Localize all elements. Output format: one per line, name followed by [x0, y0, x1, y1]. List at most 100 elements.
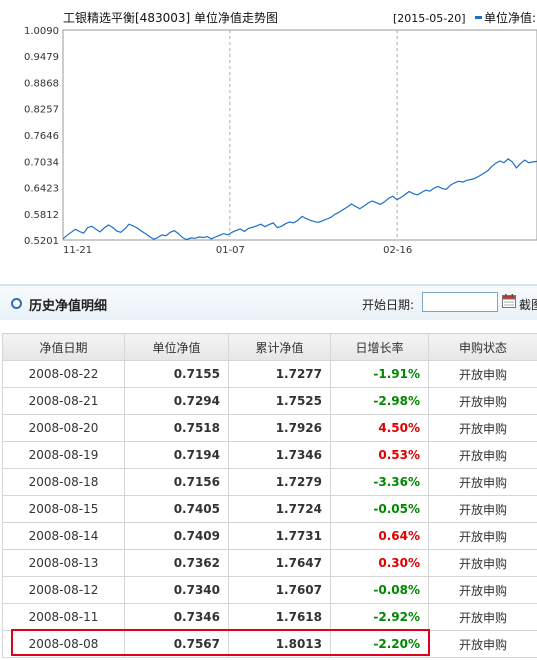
- cell-date: 2008-08-11: [2, 603, 125, 631]
- y-tick-label: 0.9479: [24, 52, 59, 63]
- cell-cum-nav: 1.7525: [228, 387, 331, 415]
- table-row: 2008-08-14 0.7409 1.7731 0.64% 开放申购: [2, 522, 537, 550]
- table-row: 2008-08-11 0.7346 1.7618 -2.92% 开放申购: [2, 603, 537, 631]
- y-tick-label: 0.5201: [24, 236, 59, 247]
- cell-status: 开放申购: [428, 630, 537, 658]
- cell-date: 2008-08-21: [2, 387, 125, 415]
- cell-unit-nav: 0.7340: [124, 576, 229, 604]
- cell-unit-nav: 0.7409: [124, 522, 229, 550]
- cell-date: 2008-08-08: [2, 630, 125, 658]
- table-row: 2008-08-20 0.7518 1.7926 4.50% 开放申购: [2, 414, 537, 442]
- cell-date: 2008-08-20: [2, 414, 125, 442]
- cell-growth: -1.91%: [330, 360, 429, 388]
- nav-history-table: 净值日期 单位净值 累计净值 日增长率 申购状态 2008-08-22 0.715…: [2, 333, 537, 658]
- cell-status: 开放申购: [428, 522, 537, 550]
- cell-cum-nav: 1.7724: [228, 495, 331, 523]
- cell-cum-nav: 1.7607: [228, 576, 331, 604]
- cell-date: 2008-08-19: [2, 441, 125, 469]
- cell-unit-nav: 0.7156: [124, 468, 229, 496]
- cell-growth: -0.05%: [330, 495, 429, 523]
- cell-cum-nav: 1.7926: [228, 414, 331, 442]
- table-row: 2008-08-12 0.7340 1.7607 -0.08% 开放申购: [2, 576, 537, 604]
- y-tick-label: 0.8868: [24, 78, 59, 89]
- chart-canvas: 工银精选平衡[483003] 单位净值走势图 [2015-05-20] 单位净值…: [24, 10, 537, 256]
- table-row: 2008-08-21 0.7294 1.7525 -2.98% 开放申购: [2, 387, 537, 415]
- cell-unit-nav: 0.7194: [124, 441, 229, 469]
- y-tick-label: 0.7646: [24, 131, 59, 142]
- table-row: 2008-08-15 0.7405 1.7724 -0.05% 开放申购: [2, 495, 537, 523]
- cell-unit-nav: 0.7405: [124, 495, 229, 523]
- cell-date: 2008-08-15: [2, 495, 125, 523]
- header-growth: 日增长率: [330, 333, 429, 361]
- chart-date-badge: [2015-05-20]: [393, 12, 466, 25]
- table-row: 2008-08-19 0.7194 1.7346 0.53% 开放申购: [2, 441, 537, 469]
- cell-cum-nav: 1.7277: [228, 360, 331, 388]
- cell-cum-nav: 1.7279: [228, 468, 331, 496]
- y-tick-label: 1.0090: [24, 26, 59, 37]
- section-title: 历史净值明细: [29, 299, 108, 314]
- x-tick-label: 01-07: [216, 245, 245, 256]
- cell-date: 2008-08-12: [2, 576, 125, 604]
- y-axis: 1.0090 0.9479 0.8868 0.8257 0.7646 0.7034 0.64…: [24, 26, 59, 247]
- cell-cum-nav: 1.8013: [228, 630, 331, 658]
- table-row: 2008-08-13 0.7362 1.7647 0.30% 开放申购: [2, 549, 537, 577]
- cell-cum-nav: 1.7618: [228, 603, 331, 631]
- header-date: 净值日期: [2, 333, 125, 361]
- cell-growth: 0.30%: [330, 549, 429, 577]
- plot-area: [62, 29, 537, 241]
- cell-unit-nav: 0.7155: [124, 360, 229, 388]
- header-status: 申购状态: [428, 333, 537, 361]
- cell-status: 开放申购: [428, 603, 537, 631]
- cell-status: 开放申购: [428, 576, 537, 604]
- table-row: 2008-08-18 0.7156 1.7279 -3.36% 开放申购: [2, 468, 537, 496]
- cell-growth: -3.36%: [330, 468, 429, 496]
- cell-status: 开放申购: [428, 360, 537, 388]
- cell-unit-nav: 0.7518: [124, 414, 229, 442]
- start-date-input[interactable]: [422, 292, 498, 312]
- cell-growth: -0.08%: [330, 576, 429, 604]
- y-tick-label: 0.6423: [24, 184, 59, 195]
- cell-unit-nav: 0.7567: [124, 630, 229, 658]
- calendar-icon[interactable]: [502, 294, 516, 308]
- table-row: 2008-08-08 0.7567 1.8013 -2.20% 开放申购: [2, 630, 537, 658]
- table-row: 2008-08-22 0.7155 1.7277 -1.91% 开放申购: [2, 360, 537, 388]
- screenshot-link[interactable]: 截图: [519, 296, 537, 313]
- header-unit-nav: 单位净值: [124, 333, 229, 361]
- cell-growth: -2.92%: [330, 603, 429, 631]
- header-cum-nav: 累计净值: [228, 333, 331, 361]
- y-tick-label: 0.8257: [24, 105, 59, 116]
- cell-status: 开放申购: [428, 441, 537, 469]
- cell-cum-nav: 1.7647: [228, 549, 331, 577]
- start-date-label: 开始日期:: [362, 298, 415, 312]
- cell-date: 2008-08-14: [2, 522, 125, 550]
- cell-growth: 0.53%: [330, 441, 429, 469]
- history-nav-section-header: 历史净值明细 开始日期: 截图: [0, 284, 537, 320]
- cell-date: 2008-08-13: [2, 549, 125, 577]
- cell-status: 开放申购: [428, 495, 537, 523]
- cell-cum-nav: 1.7346: [228, 441, 331, 469]
- table-body: 2008-08-22 0.7155 1.7277 -1.91% 开放申购 2008-08-…: [2, 360, 537, 658]
- cell-cum-nav: 1.7731: [228, 522, 331, 550]
- cell-status: 开放申购: [428, 468, 537, 496]
- cell-date: 2008-08-22: [2, 360, 125, 388]
- cell-growth: -2.98%: [330, 387, 429, 415]
- circle-bullet-icon: [11, 298, 22, 309]
- cell-unit-nav: 0.7346: [124, 603, 229, 631]
- cell-growth: -2.20%: [330, 630, 429, 658]
- y-tick-label: 0.5812: [24, 210, 59, 221]
- chart-legend-label: 单位净值:: [484, 10, 536, 25]
- cell-unit-nav: 0.7294: [124, 387, 229, 415]
- x-tick-label: 11-21: [63, 245, 92, 256]
- cell-status: 开放申购: [428, 414, 537, 442]
- cell-growth: 4.50%: [330, 414, 429, 442]
- legend-swatch: [475, 16, 482, 19]
- table-header-row: 净值日期 单位净值 累计净值 日增长率 申购状态: [2, 333, 537, 361]
- cell-growth: 0.64%: [330, 522, 429, 550]
- cell-status: 开放申购: [428, 549, 537, 577]
- nav-trend-chart: 工银精选平衡[483003] 单位净值走势图 [2015-05-20] 单位净值…: [0, 0, 537, 265]
- x-tick-label: 02-16: [383, 245, 412, 256]
- cell-unit-nav: 0.7362: [124, 549, 229, 577]
- chart-title: 工银精选平衡[483003] 单位净值走势图: [63, 10, 278, 25]
- cell-date: 2008-08-18: [2, 468, 125, 496]
- y-tick-label: 0.7034: [24, 157, 59, 168]
